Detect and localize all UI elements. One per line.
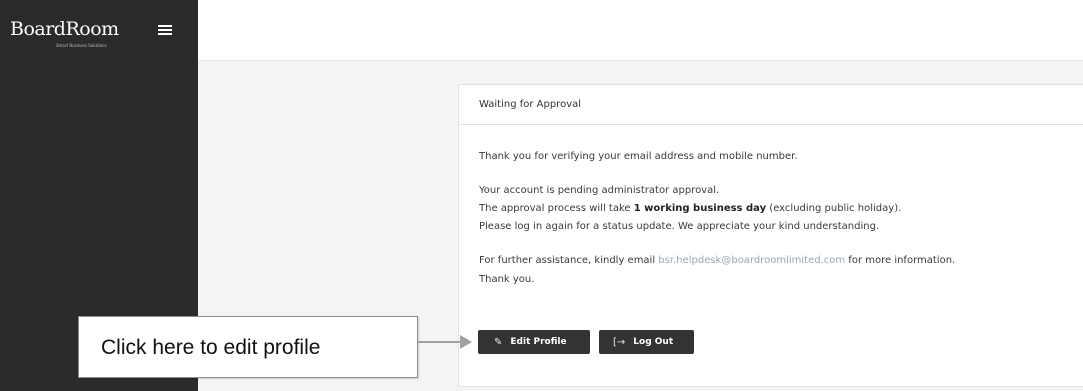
verification-message: Thank you for verifying your email addre… xyxy=(479,151,798,162)
brand-logo[interactable]: BoardRoom xyxy=(10,18,119,40)
logout-arrow-icon: [→ xyxy=(613,336,626,348)
edit-profile-label: Edit Profile xyxy=(510,337,567,347)
duration-prefix: The approval process will take xyxy=(479,203,634,214)
callout-text: Click here to edit profile xyxy=(101,336,321,359)
helpdesk-email-link[interactable]: bsr.helpdesk@boardroomlimited.com xyxy=(658,255,845,266)
menu-bar xyxy=(158,29,172,31)
assistance-message: For further assistance, kindly email bsr… xyxy=(479,255,955,266)
thank-you-message: Thank you. xyxy=(479,274,535,285)
brand-bar: BoardRoom Smart Business Solutions xyxy=(0,0,198,60)
callout-arrow-head-icon xyxy=(460,335,472,349)
brand-tagline: Smart Business Solutions xyxy=(56,43,107,48)
card-title: Waiting for Approval xyxy=(479,99,582,110)
approval-duration-message: The approval process will take 1 working… xyxy=(479,203,901,214)
menu-bar xyxy=(158,33,172,35)
card-header: Waiting for Approval xyxy=(459,85,1083,125)
log-out-label: Log Out xyxy=(633,337,674,347)
callout-box: Click here to edit profile xyxy=(78,316,418,378)
hamburger-menu-icon[interactable] xyxy=(158,25,172,35)
edit-profile-button[interactable]: ✎ Edit Profile xyxy=(478,330,590,354)
duration-bold: 1 working business day xyxy=(633,203,767,214)
callout-arrow-line xyxy=(418,341,462,343)
edit-square-icon: ✎ xyxy=(494,336,503,348)
pending-message: Your account is pending administrator ap… xyxy=(479,185,720,196)
assistance-suffix: for more information. xyxy=(845,255,956,266)
login-again-message: Please log in again for a status update.… xyxy=(479,221,880,232)
log-out-button[interactable]: [→ Log Out xyxy=(599,330,694,354)
duration-suffix: (excluding public holiday). xyxy=(766,203,902,214)
menu-bar xyxy=(158,25,172,27)
assistance-prefix: For further assistance, kindly email xyxy=(479,255,659,266)
